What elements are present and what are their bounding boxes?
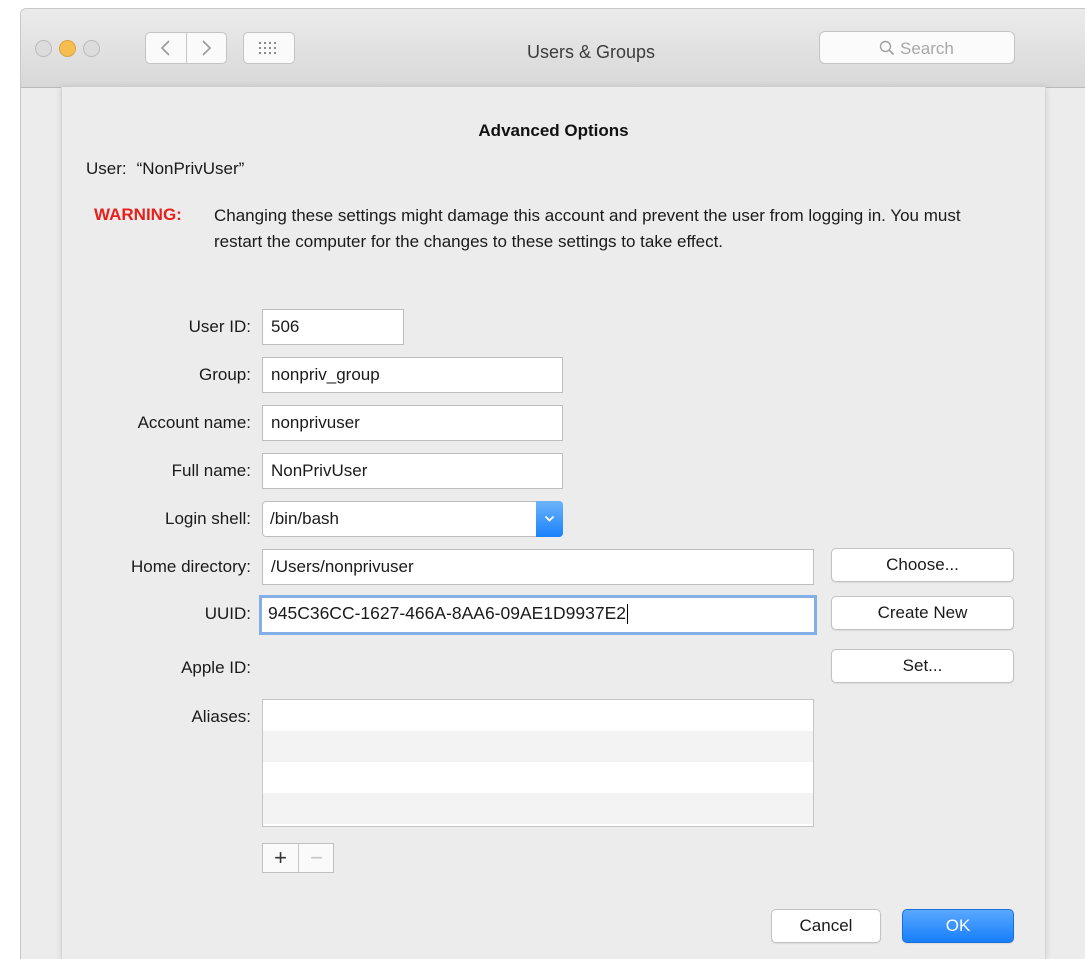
chevron-down-icon [544, 515, 555, 522]
user-id-label: User ID: [188, 317, 251, 336]
group-field[interactable]: nonpriv_group [262, 357, 563, 393]
apple-id-label: Apple ID: [181, 658, 251, 677]
user-label: User: [86, 159, 127, 178]
search-field[interactable]: Search [819, 31, 1015, 64]
account-name-field[interactable]: nonprivuser [262, 405, 563, 441]
preferences-window: Users & Groups Search Advanced Options U… [20, 8, 1085, 959]
home-directory-field[interactable]: /Users/nonprivuser [262, 549, 814, 585]
aliases-label: Aliases: [191, 707, 251, 726]
choose-button[interactable]: Choose... [831, 548, 1014, 582]
full-name-label: Full name: [171, 461, 251, 480]
cancel-button[interactable]: Cancel [771, 909, 881, 943]
ok-button[interactable]: OK [902, 909, 1014, 943]
uuid-field[interactable]: 945C36CC-1627-466A-8AA6-09AE1D9937E2 [259, 595, 817, 635]
account-name-label: Account name: [137, 413, 251, 432]
advanced-options-sheet: Advanced Options User: “NonPrivUser” WARN… [61, 87, 1046, 959]
user-name: “NonPrivUser” [136, 159, 245, 178]
login-shell-value: /bin/bash [270, 509, 339, 528]
add-alias-button[interactable]: + [263, 844, 299, 872]
group-label: Group: [199, 365, 251, 384]
login-shell-label: Login shell: [164, 509, 251, 528]
remove-alias-button[interactable]: − [299, 844, 334, 872]
alias-buttons: + − [262, 843, 334, 873]
popup-arrow[interactable] [536, 501, 563, 537]
user-line: User: “NonPrivUser” [86, 159, 254, 179]
list-row [263, 700, 813, 731]
sheet-title: Advanced Options [478, 121, 629, 140]
set-apple-id-button[interactable]: Set... [831, 649, 1014, 683]
uuid-label: UUID: [204, 604, 251, 623]
list-row [263, 793, 813, 824]
magnifier-icon [879, 40, 895, 56]
uuid-value: 945C36CC-1627-466A-8AA6-09AE1D9937E2 [268, 603, 627, 623]
full-name-field[interactable]: NonPrivUser [262, 453, 563, 489]
warning-text: Changing these settings might damage thi… [214, 206, 961, 251]
list-row [263, 731, 813, 762]
user-id-field[interactable]: 506 [262, 309, 404, 345]
text-caret [627, 604, 629, 625]
aliases-list[interactable] [262, 699, 814, 827]
list-row [263, 762, 813, 793]
create-new-button[interactable]: Create New [831, 596, 1014, 630]
search-placeholder: Search [900, 39, 954, 58]
warning-label: WARNING: [94, 205, 182, 224]
login-shell-popup[interactable]: /bin/bash [262, 501, 563, 537]
title-bar: Users & Groups Search [21, 9, 1085, 88]
home-directory-label: Home directory: [131, 557, 251, 576]
